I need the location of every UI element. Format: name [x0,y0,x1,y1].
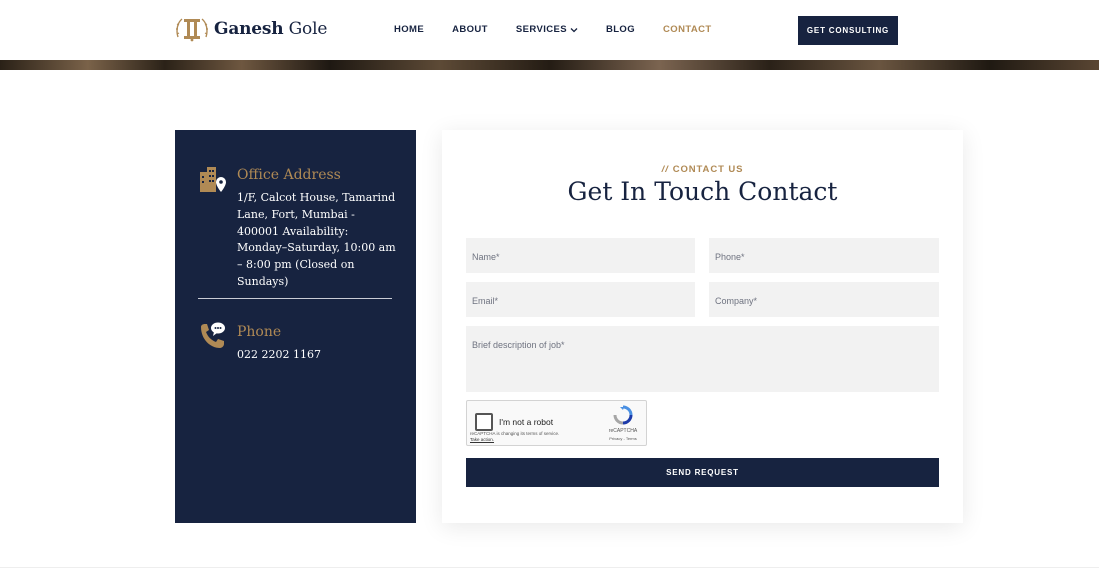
recaptcha-notice: reCAPTCHA is changing its terms of servi… [470,431,590,442]
brand-name-last: Gole [288,19,328,39]
recaptcha-logo-icon [613,405,633,425]
nav-item-home[interactable]: HOME [394,24,424,35]
recaptcha-checkbox[interactable] [475,413,493,431]
chevron-down-icon [570,27,578,32]
phone-number[interactable]: 022 2202 1167 [237,347,397,364]
name-field[interactable]: Name* [466,238,695,273]
hero-banner-strip [0,60,1099,70]
recaptcha-widget: I'm not a robot reCAPTCHA is changing it… [466,400,647,446]
info-divider [198,298,392,299]
brand-name: Ganesh Gole [214,19,327,39]
nav-item-about[interactable]: ABOUT [452,24,488,35]
recaptcha-take-action-link[interactable]: Take action. [470,437,494,442]
nav-item-services[interactable]: SERVICES [516,24,578,35]
phone-chat-icon [201,322,225,348]
contact-form-card: //CONTACT US Get In Touch Contact Name* … [442,130,963,523]
contact-info-card: Office Address 1/F, Calcot House, Tamari… [175,130,416,523]
main-nav: HOME ABOUT SERVICES BLOG CONTACT [394,24,740,35]
phone-field[interactable]: Phone* [709,238,939,273]
eyebrow-slashes: // [661,164,669,175]
get-consulting-button[interactable]: GET CONSULTING [798,16,898,45]
company-field[interactable]: Company* [709,282,939,317]
footer-divider [0,567,1099,568]
nav-item-contact[interactable]: CONTACT [663,24,712,35]
office-address-text: 1/F, Calcot House, Tamarind Lane, Fort, … [237,191,396,288]
send-request-button[interactable]: SEND REQUEST [466,458,939,487]
email-field[interactable]: Email* [466,282,695,317]
form-title: Get In Touch Contact [567,177,838,206]
contact-us-eyebrow: //CONTACT US [442,164,963,175]
pillar-logo-icon [176,18,208,42]
recaptcha-notice-text: reCAPTCHA is changing its terms of servi… [470,431,560,436]
nav-item-blog[interactable]: BLOG [606,24,635,35]
office-address-title: Office Address [237,167,341,183]
eyebrow-label: CONTACT US [672,164,744,175]
phone-title: Phone [237,324,282,340]
job-description-field[interactable]: Brief description of job* [466,326,939,392]
brand-logo[interactable]: Ganesh Gole [174,15,327,43]
nav-item-services-label: SERVICES [515,24,567,35]
recaptcha-privacy-terms[interactable]: Privacy - Terms [603,436,643,441]
office-building-location-icon [200,167,226,192]
brand-name-first: Ganesh [214,19,284,39]
recaptcha-brand: reCAPTCHA [608,428,638,434]
recaptcha-label: I'm not a robot [499,417,554,427]
site-header: Ganesh Gole HOME ABOUT SERVICES BLOG CON… [0,0,1099,60]
